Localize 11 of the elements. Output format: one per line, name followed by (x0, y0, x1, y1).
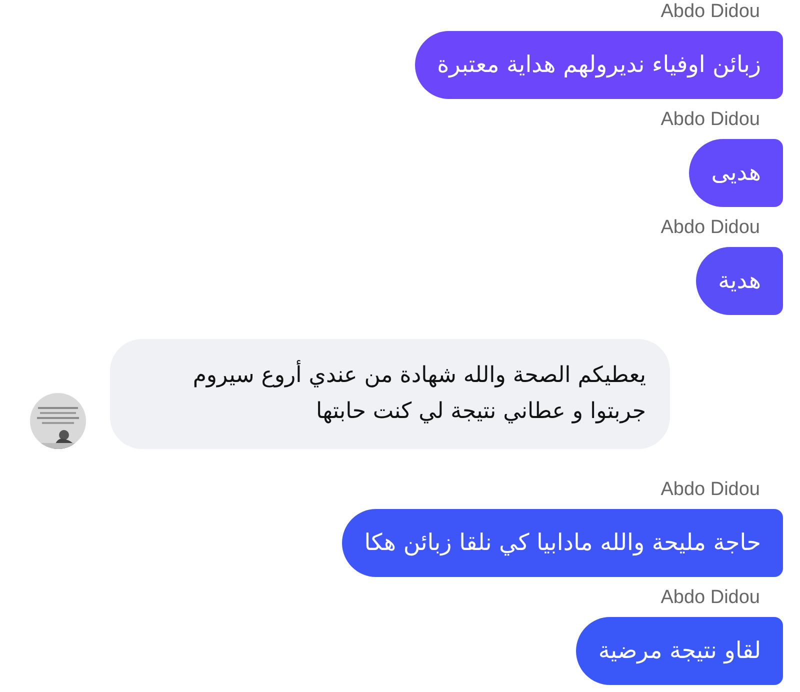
sender-name: Abdo Didou (660, 478, 760, 502)
message-bubble: لقاو نتيجة مرضية (576, 617, 783, 685)
message-bubble: هديى (689, 139, 783, 207)
sender-name: Abdo Didou (660, 108, 760, 132)
sender-name: Abdo Didou (660, 0, 760, 24)
sender-name: Abdo Didou (660, 216, 760, 240)
message-bubble: يعطيكم الصحة والله شهادة من عندي أروع سيروم جربتوا و عطاني نتيجة لي كنت حابتها (110, 339, 670, 449)
message-bubble: هدية (696, 247, 783, 315)
message-bubble: حاجة مليحة والله مادابيا كي نلقا زبائن هكا (342, 509, 783, 577)
sender-name: Abdo Didou (660, 586, 760, 610)
message-bubble: زبائن اوفياء نديرولهم هداية معتبرة (415, 31, 783, 99)
